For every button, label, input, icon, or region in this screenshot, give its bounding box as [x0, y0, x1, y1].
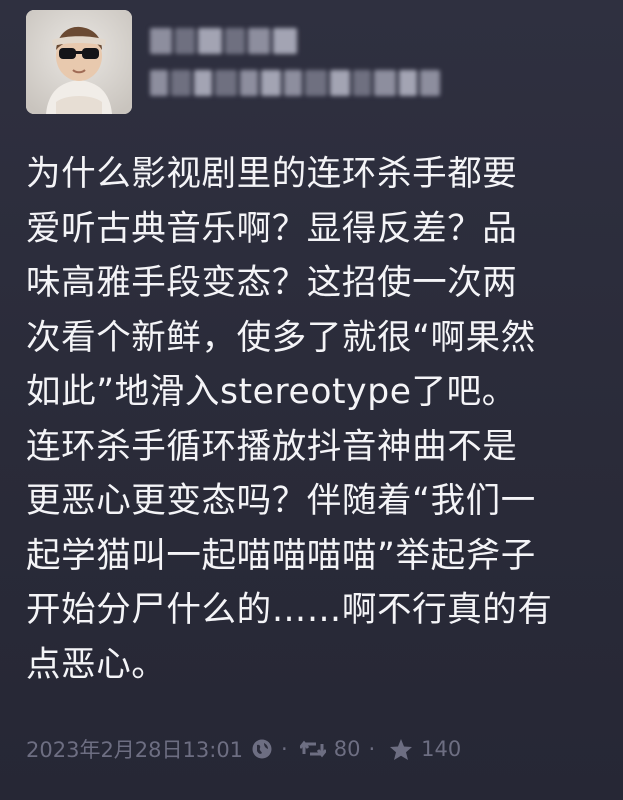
tweet-text-line: 起学猫叫一起喵喵喵喵”举起斧子: [26, 535, 536, 576]
meta-separator: ·: [281, 737, 288, 761]
tweet-card: 为什么影视剧里的连环杀手都要 爱听古典音乐啊？显得反差？品 味高雅手段变态？这招…: [0, 0, 623, 800]
globe-icon: [251, 738, 273, 760]
retweet-icon[interactable]: [299, 738, 326, 760]
tweet-text-line: 味高雅手段变态？这招使一次两: [26, 263, 518, 303]
favorite-count: 140: [421, 737, 462, 761]
tweet-text: 为什么影视剧里的连环杀手都要 爱听古典音乐啊？显得反差？品 味高雅手段变态？这招…: [26, 147, 623, 692]
meta-separator: ·: [368, 737, 376, 761]
tweet-text-line: 爱听古典音乐啊？显得反差？品: [26, 208, 518, 249]
handle-blurred: [150, 70, 450, 96]
tweet-text-line: 如此”地滑入stereotype了吧。: [26, 372, 517, 412]
tweet-text-line: 开始分尸什么的……啊不行真的有: [26, 590, 553, 630]
timestamp[interactable]: 2023年2月28日13:01: [26, 734, 243, 764]
tweet-text-line: 连环杀手循环播放抖音神曲不是: [26, 426, 518, 467]
tweet-text-line: 点恶心。: [26, 644, 167, 685]
display-name-blurred[interactable]: [150, 28, 300, 54]
tweet-text-line: 更恶心更变态吗？伴随着“我们一: [26, 481, 536, 521]
tweet-meta-bar: 2023年2月28日13:01 · 80 · 140: [26, 729, 461, 769]
tweet-text-line: 为什么影视剧里的连环杀手都要: [26, 154, 518, 194]
avatar[interactable]: [26, 10, 132, 114]
tweet-text-line: 次看个新鲜，使多了就很“啊果然: [26, 317, 536, 358]
retweet-count: 80: [333, 737, 361, 761]
star-icon[interactable]: [389, 738, 413, 761]
